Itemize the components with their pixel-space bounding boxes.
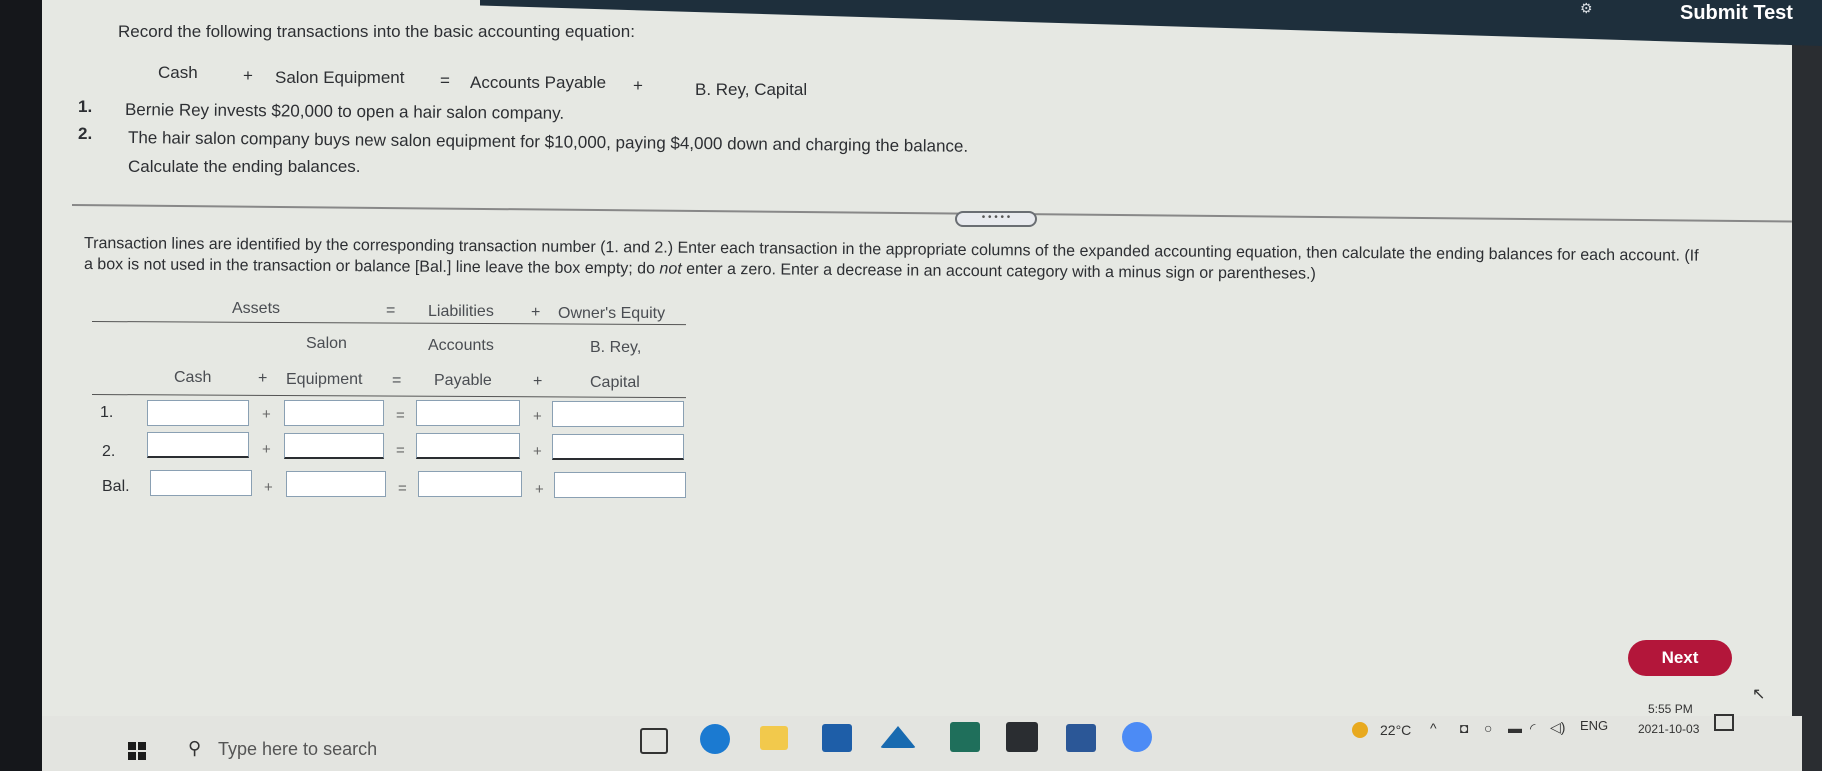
store-icon[interactable] xyxy=(822,724,852,752)
windows-start-icon[interactable] xyxy=(128,742,146,760)
header-salon: Salon xyxy=(306,335,347,352)
file-explorer-icon[interactable] xyxy=(760,726,788,750)
screen: ⚙ Submit Test Record the following trans… xyxy=(0,0,1822,771)
clock-date[interactable]: 2021-10-03 xyxy=(1638,722,1699,736)
header-assets: Assets xyxy=(232,300,281,317)
app-l-icon[interactable] xyxy=(950,722,980,752)
row-2-equipment-input[interactable] xyxy=(284,433,384,459)
left-bezel xyxy=(0,0,42,771)
row-2-cash-input[interactable] xyxy=(147,432,249,458)
chrome-icon[interactable] xyxy=(1122,722,1152,752)
row-1-op-plus: + xyxy=(262,406,271,423)
eq-accounts-payable: Accounts Payable xyxy=(470,73,607,92)
mouse-cursor-icon: ↖ xyxy=(1752,686,1766,703)
header-accounts: Accounts xyxy=(428,337,494,354)
header-rule-2 xyxy=(91,394,686,399)
edge-browser-icon[interactable] xyxy=(700,724,730,754)
header-plus-a: + xyxy=(258,370,268,387)
section-divider xyxy=(71,204,1792,223)
header-plus: + xyxy=(531,304,541,321)
balance-capital-input[interactable] xyxy=(554,472,686,498)
submit-test-button[interactable]: Submit Test xyxy=(1668,0,1805,26)
item-2-text: The hair salon company buys new salon eq… xyxy=(127,128,969,156)
pinned-app-icon[interactable] xyxy=(1006,722,1038,752)
search-icon[interactable]: ⚲ xyxy=(188,738,201,759)
item-1-number: 1. xyxy=(78,97,93,116)
divider-drag-handle[interactable]: • • • • • xyxy=(955,211,1037,227)
eq-plus-2: + xyxy=(633,76,643,95)
balance-cash-input[interactable] xyxy=(150,470,252,496)
row-1-capital-input[interactable] xyxy=(552,401,684,427)
tray-chevron-icon[interactable]: ^ xyxy=(1430,720,1437,736)
row-1-op-equals: = xyxy=(396,407,405,424)
balance-op-equals: = xyxy=(398,480,407,497)
taskbar-search-box[interactable]: Type here to search xyxy=(218,739,377,760)
volume-icon[interactable]: ◁) xyxy=(1550,719,1565,736)
header-brey: B. Rey, xyxy=(590,339,642,356)
item-2-number: 2. xyxy=(78,124,93,143)
balance-row-label: Bal. xyxy=(102,478,130,495)
item-1-text: Bernie Rey invests $20,000 to open a hai… xyxy=(124,100,565,123)
weather-icon[interactable] xyxy=(1352,722,1368,738)
eq-capital: B. Rey, Capital xyxy=(695,80,808,99)
balance-op-plus-2: + xyxy=(535,481,544,498)
row-2-op-plus: + xyxy=(262,441,271,458)
battery-icon[interactable]: ▬ xyxy=(1508,720,1522,736)
word-icon[interactable] xyxy=(1066,724,1096,752)
header-equipment: Equipment xyxy=(286,371,363,388)
instructions-emphasis: not xyxy=(659,260,682,278)
header-equals: = xyxy=(386,302,396,319)
header-capital: Capital xyxy=(590,374,640,391)
row-2-op-plus-2: + xyxy=(533,443,542,460)
header-equals-2: = xyxy=(392,372,402,389)
header-cash: Cash xyxy=(174,369,212,386)
row-1-op-plus-2: + xyxy=(533,408,542,425)
header-owners-equity: Owner's Equity xyxy=(558,305,666,322)
instructions-text-b: enter a zero. Enter a decrease in an acc… xyxy=(681,260,1316,283)
next-button[interactable]: Next xyxy=(1628,640,1732,676)
top-bar xyxy=(480,0,1822,46)
header-liabilities: Liabilities xyxy=(428,303,494,320)
clock-time[interactable]: 5:55 PM xyxy=(1648,702,1693,716)
notifications-icon[interactable] xyxy=(1714,714,1734,731)
temperature[interactable]: 22°C xyxy=(1380,722,1411,738)
row-2-label: 2. xyxy=(102,443,116,460)
balance-equipment-input[interactable] xyxy=(286,471,386,497)
tray-cloud-icon[interactable]: ○ xyxy=(1484,720,1492,736)
row-1-cash-input[interactable] xyxy=(147,400,249,426)
balance-op-plus: + xyxy=(264,479,273,496)
language-indicator[interactable]: ENG xyxy=(1580,718,1608,733)
question-intro: Record the following transactions into t… xyxy=(118,22,635,41)
row-1-payable-input[interactable] xyxy=(416,400,520,426)
balance-payable-input[interactable] xyxy=(418,471,522,497)
instructions-text-a: a box is not used in the transaction or … xyxy=(83,256,660,278)
eq-equals: = xyxy=(440,71,450,90)
header-payable: Payable xyxy=(434,372,492,389)
row-2-op-equals: = xyxy=(396,442,405,459)
wifi-icon[interactable]: ◜ xyxy=(1530,720,1535,737)
eq-plus-1: + xyxy=(243,66,253,85)
row-1-equipment-input[interactable] xyxy=(284,400,384,426)
row-2-payable-input[interactable] xyxy=(416,433,520,459)
header-plus-b: + xyxy=(533,373,543,390)
settings-icon[interactable]: ⚙ xyxy=(1580,0,1600,16)
row-1-label: 1. xyxy=(100,404,114,421)
task-view-icon[interactable] xyxy=(640,728,668,754)
eq-cash: Cash xyxy=(158,63,198,82)
calc-text: Calculate the ending balances. xyxy=(128,157,361,176)
right-bezel xyxy=(1792,0,1822,771)
row-2-capital-input[interactable] xyxy=(552,434,684,460)
tray-app-icon[interactable]: ◘ xyxy=(1460,720,1468,736)
eq-salon-equipment: Salon Equipment xyxy=(275,68,405,87)
